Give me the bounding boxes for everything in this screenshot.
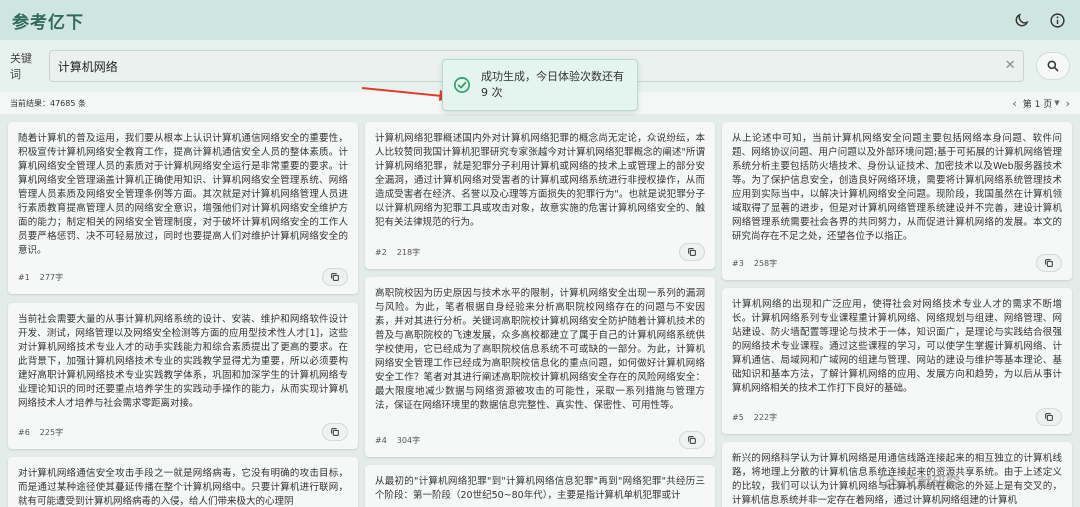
result-card: 当前社会需要大量的从事计算机网络系统的设计、安装、维护和网络软件设计开发、测试，… xyxy=(8,303,358,449)
search-label: 关键词 xyxy=(10,52,32,81)
app-root: 参考亿下 关键词 ✕ 当前结果：47685 条 ‹ 第 1 页 ▼ xyxy=(0,0,1080,507)
pager: ‹ 第 1 页 ▼ › xyxy=(1012,97,1070,110)
toast-message: 成功生成，今日体验次数还有 9 次 xyxy=(481,70,624,99)
card-index: #4 xyxy=(375,435,387,445)
success-toast: 成功生成，今日体验次数还有 9 次 xyxy=(442,59,638,111)
copy-icon xyxy=(1045,413,1053,421)
card-index: #2 xyxy=(375,247,387,257)
copy-icon xyxy=(688,248,696,256)
card-char-count: 258字 xyxy=(753,258,778,268)
card-index: #3 xyxy=(732,258,744,268)
card-text: 从最初的"计算机网络犯罪"到"计算机网络信息犯罪"再到"网络犯罪"共经历三个阶段… xyxy=(375,476,705,501)
card-text: 随着计算机的普及运用，我们要从根本上认识计算机通信网络安全的重要性，积极宣传计算… xyxy=(18,133,348,256)
card-footer: #4 304字 xyxy=(375,431,705,449)
card-text: 从上论述中可知，当前计算机网络安全问题主要包括网络本身问题、软件问题、网络协议问… xyxy=(732,133,1062,242)
chevron-right-icon[interactable]: › xyxy=(1066,97,1070,110)
result-card: 从最初的"计算机网络犯罪"到"计算机网络信息犯罪"再到"网络犯罪"共经历三个阶段… xyxy=(365,465,715,507)
card-index: #1 xyxy=(18,272,30,282)
result-card: 从上论述中可知，当前计算机网络安全问题主要包括网络本身问题、软件问题、网络协议问… xyxy=(722,122,1072,280)
results-count: 当前结果：47685 条 xyxy=(10,98,86,108)
card-char-count: 222字 xyxy=(753,412,778,422)
result-card: 计算机网络的出现和广泛应用，使得社会对网络技术专业人才的需求不断增长。计算机网络… xyxy=(722,288,1072,434)
app-title: 参考亿下 xyxy=(12,12,84,33)
card-index: #5 xyxy=(732,412,744,422)
card-char-count: 218字 xyxy=(396,247,421,257)
moon-icon[interactable] xyxy=(1010,9,1032,31)
search-icon xyxy=(1047,60,1059,72)
copy-button[interactable] xyxy=(322,268,348,286)
results-grid: 随着计算机的普及运用，我们要从根本上认识计算机通信网络安全的重要性，积极宣传计算… xyxy=(0,114,1080,507)
copy-button[interactable] xyxy=(322,423,348,441)
card-footer: #3 258字 xyxy=(732,254,1062,272)
chevron-down-icon: ▼ xyxy=(1054,99,1060,107)
chevron-left-icon[interactable]: ‹ xyxy=(1012,97,1016,110)
card-text: 计算机网络的出现和广泛应用，使得社会对网络技术专业人才的需求不断增长。计算机网络… xyxy=(732,299,1062,394)
card-text: 对计算机网络通信安全攻击手段之一就是网络病毒，它没有明确的攻击目标，而是通过某种… xyxy=(18,468,348,507)
copy-button[interactable] xyxy=(679,243,705,261)
search-button[interactable] xyxy=(1036,52,1070,80)
copy-button[interactable] xyxy=(679,431,705,449)
watermark-text: 文献研究 xyxy=(904,475,960,491)
card-index: #6 xyxy=(18,427,30,437)
copy-icon xyxy=(331,428,339,436)
result-card: 随着计算机的普及运用，我们要从根本上认识计算机通信网络安全的重要性，积极宣传计算… xyxy=(8,122,358,294)
page-label: 第 1 页 xyxy=(1022,99,1053,110)
card-char-count: 277字 xyxy=(39,272,64,282)
wechat-icon xyxy=(878,474,900,490)
card-footer: #5 222字 xyxy=(732,408,1062,426)
card-footer: #6 225字 xyxy=(18,423,348,441)
close-icon[interactable]: ✕ xyxy=(1003,59,1017,73)
card-text: 高职院校因为历史原因与技术水平的限制，计算机网络安全出现一系列的漏洞与风险。为此… xyxy=(375,288,705,411)
copy-icon xyxy=(688,436,696,444)
card-text: 计算机网络犯罪概述国内外对计算机网络犯罪的概念尚无定论，众说纷纭，本人比较赞同我… xyxy=(375,133,705,228)
copy-button[interactable] xyxy=(1036,408,1062,426)
card-text: 当前社会需要大量的从事计算机网络系统的设计、安装、维护和网络软件设计开发、测试，… xyxy=(18,314,348,409)
info-icon[interactable] xyxy=(1046,9,1068,31)
card-footer: #2 218字 xyxy=(375,243,705,261)
result-card: 计算机网络犯罪概述国内外对计算机网络犯罪的概念尚无定论，众说纷纭，本人比较赞同我… xyxy=(365,122,715,269)
copy-icon xyxy=(331,273,339,281)
card-footer: #1 277字 xyxy=(18,268,348,286)
header-actions xyxy=(1010,9,1068,31)
card-char-count: 304字 xyxy=(396,435,421,445)
copy-button[interactable] xyxy=(1036,254,1062,272)
result-card: 高职院校因为历史原因与技术水平的限制，计算机网络安全出现一系列的漏洞与风险。为此… xyxy=(365,277,715,457)
result-card: 对计算机网络通信安全攻击手段之一就是网络病毒，它没有明确的攻击目标，而是通过某种… xyxy=(8,457,358,507)
card-char-count: 225字 xyxy=(39,427,64,437)
page-selector[interactable]: 第 1 页 ▼ xyxy=(1023,97,1060,110)
check-circle-icon xyxy=(454,77,470,93)
copy-icon xyxy=(1045,259,1053,267)
app-header: 参考亿下 xyxy=(0,0,1080,40)
watermark: 文献研究 xyxy=(878,468,960,496)
